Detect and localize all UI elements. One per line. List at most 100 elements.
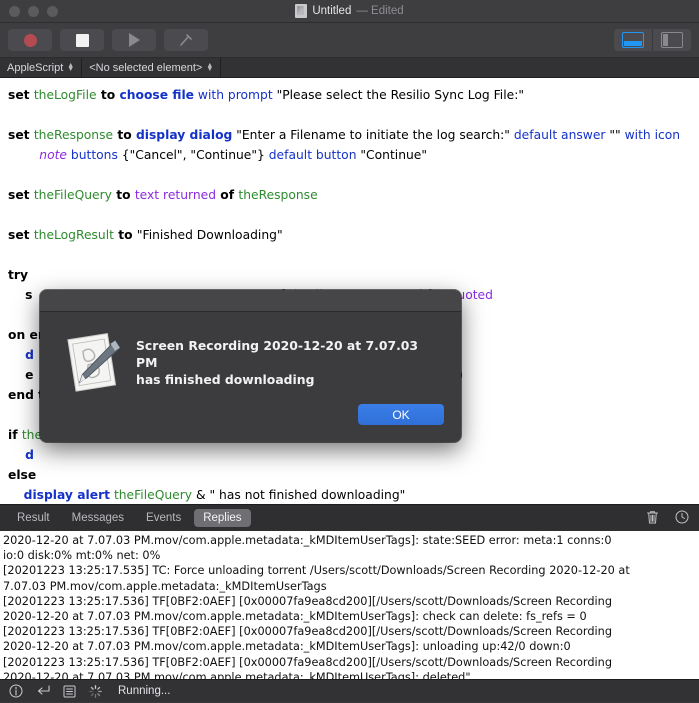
code-token: to — [111, 188, 135, 202]
code-token: to — [113, 128, 136, 142]
results-tab-events[interactable]: Events — [137, 509, 190, 527]
dialog-message-line-1: Screen Recording 2020-12-20 at 7.07.03 P… — [136, 338, 419, 370]
main-toolbar — [0, 23, 699, 58]
info-icon[interactable] — [9, 684, 23, 698]
code-token: set — [8, 88, 34, 102]
element-popup-label: <No selected element> — [89, 61, 203, 74]
window-controls[interactable] — [0, 5, 58, 17]
code-token: set — [8, 128, 34, 142]
clock-icon[interactable] — [675, 510, 689, 526]
code-token: to — [96, 88, 120, 102]
close-window-button[interactable] — [9, 5, 20, 17]
compile-button[interactable] — [164, 29, 208, 51]
view-toggle-group[interactable] — [614, 29, 691, 51]
window-edited-status: — Edited — [356, 5, 404, 17]
results-tab-result[interactable]: Result — [8, 509, 59, 527]
code-token: text returned — [134, 188, 217, 202]
element-popup[interactable]: <No selected element> ▲ ▼ — [82, 58, 222, 77]
dialog-ok-button[interactable]: OK — [358, 404, 444, 425]
code-token: set — [8, 228, 34, 242]
show-side-pane-button[interactable] — [652, 29, 691, 51]
code-token: if — [8, 428, 22, 442]
code-token: "Enter a Filename to initiate the log se… — [236, 128, 510, 142]
chevron-updown-icon: ▲ ▼ — [206, 61, 214, 73]
code-token: else — [8, 468, 37, 482]
code-token: theResponse — [33, 128, 114, 142]
code-token: s — [8, 288, 33, 302]
code-line: set theLogResult to "Finished Downloadin… — [8, 225, 691, 245]
code-line: set theLogFile to choose file with promp… — [8, 85, 691, 105]
show-bottom-pane-button[interactable] — [614, 29, 652, 51]
code-line: set theResponse to display dialog "Enter… — [8, 125, 691, 145]
code-line: else — [8, 465, 691, 485]
code-token: theFileQuery — [113, 488, 193, 502]
dialog-message-line-2: has finished downloading — [136, 372, 315, 387]
code-token: with icon — [620, 128, 681, 142]
title-bar: Untitled — Edited — [0, 0, 699, 23]
hammer-icon — [180, 34, 192, 46]
code-token: on er — [8, 328, 44, 342]
dialog-content: Screen Recording 2020-12-20 at 7.07.03 P… — [40, 312, 461, 400]
window-title: Untitled — [312, 5, 352, 17]
code-token: default answer — [509, 128, 610, 142]
side-pane-icon — [661, 32, 683, 48]
code-token: "Please select the Resilio Sync Log File… — [276, 88, 525, 102]
results-tab-messages[interactable]: Messages — [63, 509, 133, 527]
code-token: d — [8, 348, 34, 362]
code-token: theLogFile — [33, 88, 97, 102]
dialog-message: Screen Recording 2020-12-20 at 7.07.03 P… — [130, 324, 443, 400]
script-editor-icon — [58, 328, 130, 400]
list-icon[interactable] — [63, 685, 76, 698]
code-line: note buttons {"Cancel", "Continue"} defa… — [8, 145, 691, 165]
replies-log-output[interactable]: 2020-12-20 at 7.07.03 PM.mov/com.apple.m… — [0, 531, 699, 679]
code-token: choose file — [119, 88, 195, 102]
record-icon — [23, 33, 37, 47]
code-token: with prompt — [194, 88, 277, 102]
code-token: display alert — [23, 488, 111, 502]
code-token: end t — [8, 388, 45, 402]
minimize-window-button[interactable] — [28, 5, 39, 17]
run-button[interactable] — [112, 29, 156, 51]
play-icon — [128, 33, 140, 47]
code-token: {"Cancel", "Continue"} — [121, 148, 265, 162]
results-tab-bar: Result Messages Events Replies — [0, 504, 699, 531]
progress-spinner-icon — [89, 684, 102, 698]
document-icon — [295, 4, 308, 18]
code-token: "" — [609, 128, 621, 142]
language-popup-label: AppleScript — [7, 61, 64, 74]
code-token: d — [8, 448, 34, 462]
trash-icon[interactable] — [646, 510, 659, 526]
return-arrow-icon[interactable] — [36, 685, 50, 697]
script-editor-window: Untitled — Edited AppleScript ▲ ▼ <No se… — [0, 0, 699, 702]
code-token: try — [8, 268, 28, 282]
stop-button[interactable] — [60, 29, 104, 51]
code-token: of — [216, 188, 239, 202]
code-token: e — [8, 368, 34, 382]
chevron-updown-icon: ▲ ▼ — [67, 61, 75, 73]
script-editor-text-area[interactable]: set theLogFile to choose file with promp… — [0, 78, 699, 504]
code-token: default button — [264, 148, 361, 162]
language-popup[interactable]: AppleScript ▲ ▼ — [0, 58, 83, 77]
zoom-window-button[interactable] — [47, 5, 58, 17]
code-token: display dialog — [135, 128, 233, 142]
results-tab-replies[interactable]: Replies — [194, 509, 251, 527]
code-token: "Finished Downloading" — [136, 228, 283, 242]
code-token: buttons — [67, 148, 122, 162]
results-tabs: Result Messages Events Replies — [8, 509, 255, 527]
finished-downloading-dialog: Screen Recording 2020-12-20 at 7.07.03 P… — [40, 290, 461, 442]
code-token: & " has not finished downloading" — [192, 488, 406, 502]
code-line: try — [8, 265, 691, 285]
code-token: theResponse — [238, 188, 318, 202]
record-button[interactable] — [8, 29, 52, 51]
code-token: theFileQuery — [33, 188, 112, 202]
code-line: d — [8, 445, 691, 465]
code-token: theLogResult — [33, 228, 114, 242]
stop-icon — [75, 33, 89, 47]
window-title-group: Untitled — Edited — [0, 0, 699, 22]
